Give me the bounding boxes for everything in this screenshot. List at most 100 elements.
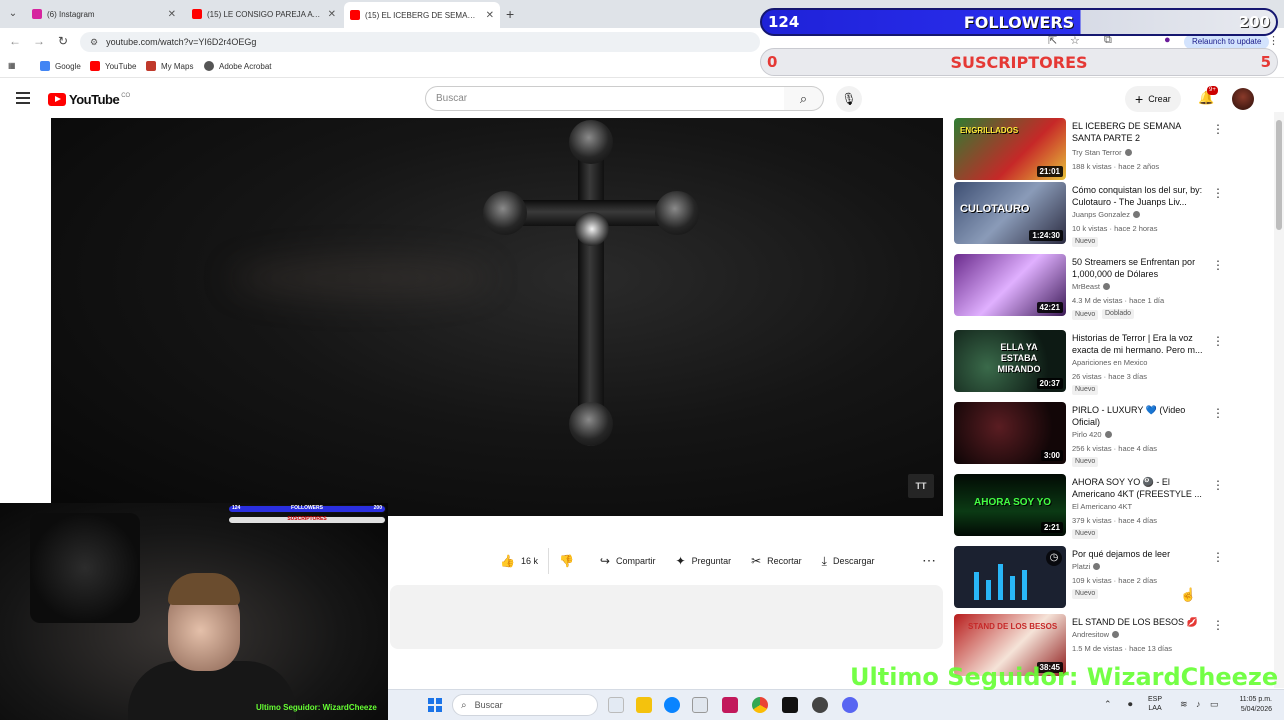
video-title[interactable]: Por qué dejamos de leer: [1072, 548, 1208, 560]
mini-counter-overlay: 124 FOLLOWERS 200 SUSCRIPTORES: [228, 505, 386, 525]
discord-icon[interactable]: [842, 697, 858, 713]
task-view-icon[interactable]: [608, 697, 624, 713]
channel-name[interactable]: Try Stan Terror: [1072, 148, 1132, 157]
video-title[interactable]: PIRLO - LUXURY 💙 (Video Oficial): [1072, 404, 1208, 428]
close-tab-icon[interactable]: ✕: [486, 10, 494, 21]
channel-name[interactable]: Pirlo 420: [1072, 430, 1112, 439]
new-tab-button[interactable]: +: [506, 6, 514, 22]
close-tab-icon[interactable]: ✕: [328, 9, 336, 20]
tab-youtube-iceberg[interactable]: (15) EL ICEBERG DE SEMANA S ✕: [344, 2, 500, 28]
tray-mic-icon[interactable]: ⏺: [1128, 699, 1133, 710]
video-thumbnail[interactable]: ENGRILLADOS 21:01: [954, 118, 1066, 180]
description-box[interactable]: [390, 585, 943, 649]
more-options-icon[interactable]: ⋮: [1212, 618, 1224, 632]
voice-search-button[interactable]: 🎙: [836, 86, 862, 112]
video-title[interactable]: EL ICEBERG DE SEMANA SANTA PARTE 2: [1072, 120, 1208, 144]
share-button[interactable]: ↪ Compartir: [590, 548, 666, 574]
avatar[interactable]: [1232, 88, 1254, 110]
recommendation-item[interactable]: CULOTAURO 1:24:30 Cómo conquistan los de…: [954, 182, 1264, 248]
tab-list-icon[interactable]: ⌄: [5, 6, 21, 22]
channel-name[interactable]: Platzi: [1072, 562, 1101, 571]
edge-icon[interactable]: [664, 697, 680, 713]
recommendation-item[interactable]: 42:21 50 Streamers se Enfrentan por 1,00…: [954, 254, 1264, 320]
taskbar-search[interactable]: ⌕ Buscar: [452, 694, 598, 716]
like-button[interactable]: 👍 16 k: [490, 548, 548, 574]
more-actions-icon[interactable]: ⋯: [922, 552, 936, 569]
create-button[interactable]: + Crear: [1125, 86, 1181, 112]
bookmark-youtube[interactable]: YouTube: [90, 61, 136, 71]
back-icon[interactable]: ←: [8, 34, 22, 48]
video-thumbnail[interactable]: ◷: [954, 546, 1066, 608]
recommendation-item[interactable]: ELLA YA ESTABA MIRANDO 20:37 Historias d…: [954, 330, 1264, 396]
tab-instagram[interactable]: (6) Instagram ✕: [26, 4, 182, 24]
recommendation-item[interactable]: ◷ Por qué dejamos de leer Platzi 109 k v…: [954, 546, 1264, 612]
forward-icon[interactable]: →: [32, 34, 46, 48]
site-info-icon[interactable]: ⚙: [90, 37, 98, 48]
more-options-icon[interactable]: ⋮: [1212, 478, 1224, 492]
tab-youtube-pareja[interactable]: (15) LE CONSIGO PAREJA A OVE ✕: [186, 4, 342, 24]
channel-name[interactable]: Apariciones en Mexico: [1072, 358, 1147, 367]
clip-button[interactable]: ✂ Recortar: [741, 548, 812, 574]
channel-name[interactable]: El Americano 4KT: [1072, 502, 1132, 511]
windows-start-icon[interactable]: [428, 698, 442, 712]
scrollbar-thumb[interactable]: [1276, 120, 1282, 230]
volume-icon[interactable]: ♪: [1196, 699, 1201, 709]
ask-button[interactable]: ✦ Preguntar: [666, 548, 742, 574]
tray-expand-icon[interactable]: ⌃: [1104, 699, 1112, 710]
channel-name[interactable]: MrBeast: [1072, 282, 1110, 291]
youtube-logo[interactable]: YouTube CO: [48, 92, 130, 107]
crucifix-center: [575, 212, 609, 246]
chrome-icon[interactable]: [752, 697, 768, 713]
captions-overlay-icon[interactable]: TT: [908, 474, 934, 498]
more-options-icon[interactable]: ⋮: [1212, 550, 1224, 564]
battery-icon[interactable]: ▭: [1210, 699, 1219, 710]
more-options-icon[interactable]: ⋮: [1212, 406, 1224, 420]
taskbar-clock[interactable]: 11:05 p.m. 5/04/2026: [1226, 695, 1272, 715]
acrobat-icon[interactable]: [722, 697, 738, 713]
video-title[interactable]: EL STAND DE LOS BESOS 💋: [1072, 616, 1208, 628]
video-thumbnail[interactable]: AHORA SOY YO 2:21: [954, 474, 1066, 536]
bookmark-my-maps[interactable]: My Maps: [146, 61, 193, 71]
apps-grid-icon[interactable]: ▦: [8, 61, 16, 70]
more-options-icon[interactable]: ⋮: [1212, 186, 1224, 200]
more-options-icon[interactable]: ⋮: [1212, 122, 1224, 136]
address-bar[interactable]: ⚙ youtube.com/watch?v=YI6D2r4OEGg: [80, 32, 760, 52]
video-thumbnail[interactable]: 42:21: [954, 254, 1066, 316]
watch-later-icon[interactable]: ◷: [1046, 550, 1062, 566]
bookmark-adobe-acrobat[interactable]: Adobe Acrobat: [204, 61, 271, 71]
video-meta: 109 k vistas · hace 2 días: [1072, 576, 1158, 585]
file-explorer-icon[interactable]: [636, 697, 652, 713]
channel-label: Andresitow: [1072, 630, 1110, 639]
page-scrollbar[interactable]: [1274, 112, 1284, 688]
dislike-button[interactable]: 👎: [547, 548, 590, 574]
more-options-icon[interactable]: ⋮: [1212, 334, 1224, 348]
obs-icon[interactable]: [812, 697, 828, 713]
video-title[interactable]: Historias de Terror | Era la voz exacta …: [1072, 332, 1208, 356]
recommendation-item[interactable]: AHORA SOY YO 2:21 AHORA SOY YO 🎱 - El Am…: [954, 474, 1264, 540]
menu-icon[interactable]: [16, 92, 30, 107]
bookmark-google[interactable]: Google: [40, 61, 81, 71]
video-player[interactable]: [51, 118, 943, 516]
recommendation-item[interactable]: ENGRILLADOS 21:01 EL ICEBERG DE SEMANA S…: [954, 118, 1264, 184]
video-title[interactable]: 50 Streamers se Enfrentan por 1,000,000 …: [1072, 256, 1208, 280]
reload-icon[interactable]: ↻: [56, 34, 70, 48]
video-title[interactable]: Cómo conquistan los del sur, by: Culotau…: [1072, 184, 1208, 208]
video-thumbnail[interactable]: CULOTAURO 1:24:30: [954, 182, 1066, 244]
video-thumbnail[interactable]: 3:00: [954, 402, 1066, 464]
recommendation-item[interactable]: 3:00 PIRLO - LUXURY 💙 (Video Oficial) Pi…: [954, 402, 1264, 468]
more-options-icon[interactable]: ⋮: [1212, 258, 1224, 272]
download-button[interactable]: ⤓ Descargar: [812, 548, 885, 574]
relaunch-update-button[interactable]: Relaunch to update: [1184, 35, 1270, 49]
browser-menu-icon[interactable]: ⋮: [1268, 34, 1279, 47]
wifi-icon[interactable]: ≋: [1180, 699, 1188, 710]
search-button[interactable]: ⌕: [784, 86, 824, 111]
store-icon[interactable]: [692, 697, 708, 713]
tiktok-icon[interactable]: [782, 697, 798, 713]
video-thumbnail[interactable]: ELLA YA ESTABA MIRANDO 20:37: [954, 330, 1066, 392]
video-title[interactable]: AHORA SOY YO 🎱 - El Americano 4KT (FREES…: [1072, 476, 1208, 500]
channel-name[interactable]: Andresitow: [1072, 630, 1120, 639]
channel-name[interactable]: Juanps Gonzalez: [1072, 210, 1140, 219]
close-tab-icon[interactable]: ✕: [168, 9, 176, 20]
search-input[interactable]: Buscar: [425, 86, 785, 111]
language-indicator[interactable]: ESP LAA: [1148, 695, 1162, 713]
